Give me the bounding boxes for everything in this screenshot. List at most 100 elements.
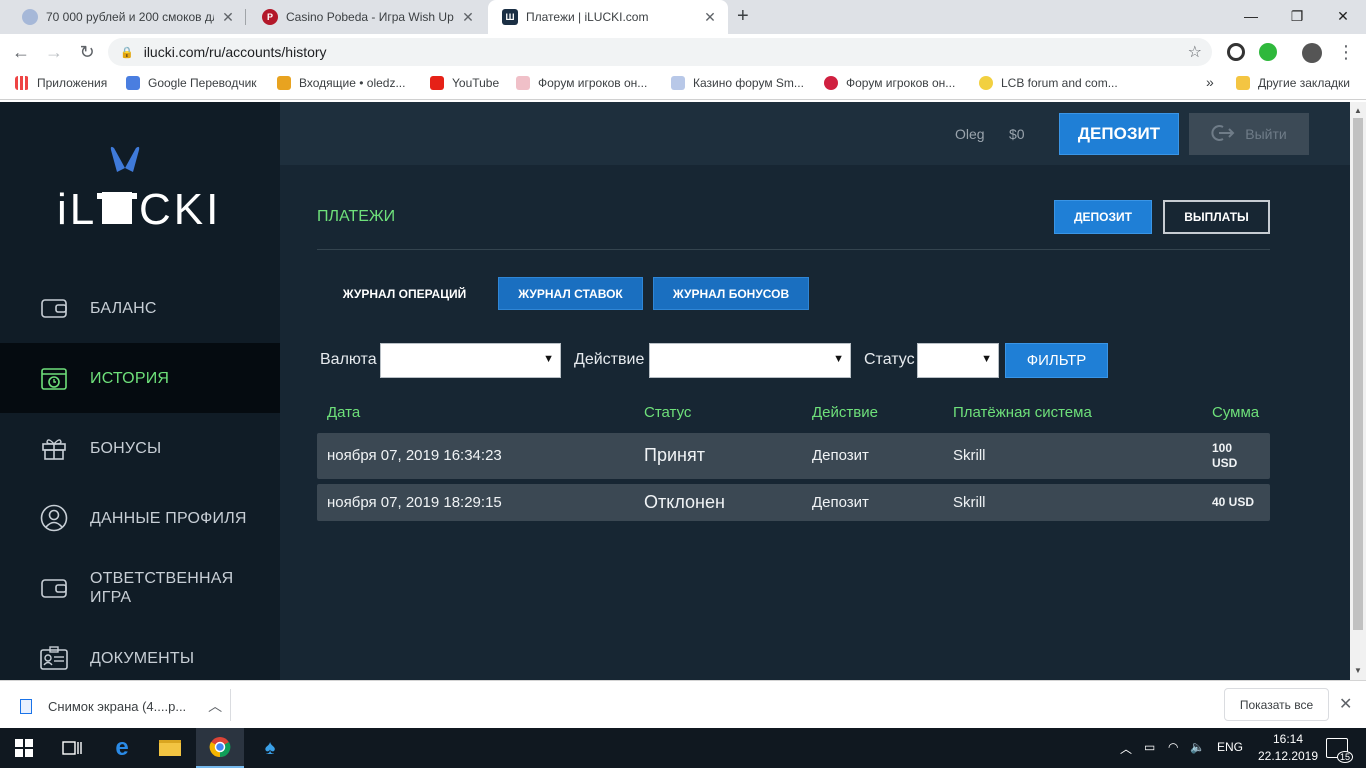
row-status: Отклонен (644, 492, 725, 512)
downloads-bar: Снимок экрана (4....p... ︿ Показать все … (0, 680, 1366, 728)
address-bar[interactable]: 🔒 ilucki.com/ru/accounts/history ☆ (108, 38, 1212, 66)
url-text: ilucki.com/ru/accounts/history (143, 44, 327, 60)
close-window-icon[interactable]: ✕ (1320, 0, 1366, 32)
close-downloads-icon[interactable]: ✕ (1339, 694, 1352, 714)
filter-button[interactable]: ФИЛЬТР (1005, 343, 1108, 378)
header-deposit-button[interactable]: ДЕПОЗИТ (1059, 113, 1179, 155)
download-item[interactable]: Снимок экрана (4....p... ︿ (20, 696, 222, 716)
id-card-icon (40, 644, 68, 672)
bookmark-translate[interactable]: Google Переводчик (126, 76, 257, 90)
browser-tab-1[interactable]: 70 000 рублей и 200 смоков дл ✕ (8, 0, 246, 34)
folder-icon (1236, 76, 1250, 90)
minimize-icon[interactable]: — (1228, 0, 1274, 32)
show-all-button[interactable]: Показать все (1224, 688, 1329, 721)
page-scrollbar[interactable]: ▲ ▼ (1350, 102, 1366, 680)
tab-bets-log[interactable]: ЖУРНАЛ СТАВОК (498, 277, 643, 310)
scroll-up-icon[interactable]: ▲ (1354, 106, 1362, 115)
divider (230, 689, 231, 721)
language-indicator[interactable]: ENG (1217, 740, 1243, 754)
tab-bonuses-log[interactable]: ЖУРНАЛ БОНУСОВ (653, 277, 809, 310)
mail-icon (277, 76, 291, 90)
row-payment-system: Skrill (953, 447, 986, 464)
reload-icon[interactable]: ↻ (75, 40, 99, 64)
lcb-icon (979, 76, 993, 90)
row-status: Принят (644, 445, 705, 465)
chrome-icon[interactable] (196, 728, 244, 768)
row-action: Депозит (812, 447, 869, 464)
casino-forum-icon (671, 76, 685, 90)
browser-tab-2[interactable]: P Casino Pobeda - Игра Wish Upo ✕ (248, 0, 486, 34)
close-tab-icon[interactable]: ✕ (702, 9, 718, 26)
profile-avatar[interactable] (1302, 43, 1322, 63)
table-row: ноября 07, 2019 18:29:15 Отклонен Депози… (317, 484, 1270, 521)
logout-button[interactable]: Выйти (1189, 113, 1309, 155)
calendar-clock-icon (40, 364, 68, 392)
new-tab-icon[interactable]: + (737, 5, 749, 28)
bookmark-forum-1[interactable]: Форум игроков он... (516, 76, 647, 90)
tab-title: Casino Pobeda - Игра Wish Upo (286, 10, 454, 24)
dropdown-arrow-icon: ▼ (833, 353, 844, 365)
nav-documents[interactable]: ДОКУМЕНТЫ (0, 623, 280, 680)
chevron-up-icon[interactable]: ︿ (208, 696, 222, 716)
maximize-icon[interactable]: ❐ (1274, 0, 1320, 32)
wifi-icon[interactable]: ◠ (1168, 740, 1178, 754)
poker-app-icon[interactable]: ♠ (246, 728, 294, 768)
bookmark-forum-2[interactable]: Форум игроков он... (824, 76, 955, 90)
close-tab-icon[interactable]: ✕ (220, 9, 236, 26)
battery-icon[interactable]: ▭ (1144, 740, 1155, 754)
tray-chevron-icon[interactable]: ︿ (1120, 740, 1132, 757)
windows-start-icon[interactable] (0, 728, 48, 768)
bookmark-inbox[interactable]: Входящие • oledz... (277, 76, 405, 90)
bookmark-lcb[interactable]: LCB forum and com... (979, 76, 1118, 90)
bookmark-star-icon[interactable]: ☆ (1188, 42, 1202, 62)
nav-bonuses[interactable]: БОНУСЫ (0, 413, 280, 483)
currency-label: Валюта (320, 351, 377, 368)
taskbar: e ♠ ︿ ▭ ◠ 🔈 ENG 16:14 22.12.2019 15 (0, 728, 1366, 768)
volume-icon[interactable]: 🔈 (1190, 740, 1205, 754)
nav-profile[interactable]: ДАННЫЕ ПРОФИЛЯ (0, 483, 280, 553)
bookmarks-overflow-icon[interactable]: » (1206, 74, 1214, 90)
tab-title: 70 000 рублей и 200 смоков дл (46, 10, 214, 24)
nav-responsible-gaming[interactable]: ОТВЕТСТВЕННАЯ ИГРА (0, 553, 280, 623)
sidebar: iL CKI БАЛАНС ИСТОРИЯ БОНУСЫ ДАННЫЕ ПРОФ… (0, 102, 280, 680)
row-date: ноября 07, 2019 16:34:23 (327, 447, 502, 464)
forum-icon (516, 76, 530, 90)
logout-icon (1211, 124, 1235, 145)
bookmark-youtube[interactable]: YouTube (430, 76, 499, 90)
edge-icon[interactable]: e (98, 728, 146, 768)
menu-icon[interactable]: ⋮ (1334, 40, 1358, 64)
back-icon[interactable]: ← (9, 40, 33, 64)
bookmark-apps[interactable]: Приложения (15, 76, 107, 90)
notifications-icon[interactable]: 15 (1326, 738, 1353, 763)
close-tab-icon[interactable]: ✕ (460, 9, 476, 26)
file-explorer-icon[interactable] (146, 728, 194, 768)
bookmark-casino-forum[interactable]: Казино форум Sm... (671, 76, 804, 90)
nav-history[interactable]: ИСТОРИЯ (0, 343, 280, 413)
column-header-amount: Сумма (1212, 404, 1260, 421)
system-clock[interactable]: 16:14 22.12.2019 (1256, 731, 1320, 765)
extension-green-icon[interactable] (1259, 43, 1277, 61)
tab-operations-log[interactable]: ЖУРНАЛ ОПЕРАЦИЙ (317, 277, 492, 310)
action-select[interactable]: ▼ (649, 343, 851, 378)
row-action: Депозит (812, 494, 869, 511)
table-row: ноября 07, 2019 16:34:23 Принят Депозит … (317, 433, 1270, 479)
row-amount: 100 USD (1212, 441, 1238, 470)
row-date: ноября 07, 2019 18:29:15 (327, 494, 502, 511)
ilucki-logo[interactable]: iL CKI (55, 144, 225, 234)
deposit-button[interactable]: ДЕПОЗИТ (1054, 200, 1152, 234)
row-amount: 40 USD (1212, 495, 1255, 509)
payouts-button[interactable]: ВЫПЛАТЫ (1163, 200, 1270, 234)
forward-icon[interactable]: → (42, 40, 66, 64)
nav-balance[interactable]: БАЛАНС (0, 273, 280, 343)
scrollbar-thumb[interactable] (1353, 118, 1363, 630)
status-select[interactable]: ▼ (917, 343, 999, 378)
action-label: Действие (574, 351, 645, 368)
currency-select[interactable]: ▼ (380, 343, 561, 378)
column-header-action: Действие (812, 404, 878, 421)
browser-tab-3[interactable]: Ш Платежи | iLUCKI.com ✕ (488, 0, 728, 34)
bookmark-other[interactable]: Другие закладки (1236, 76, 1350, 90)
extension-icon[interactable] (1227, 43, 1245, 61)
dropdown-arrow-icon: ▼ (981, 353, 992, 365)
scroll-down-icon[interactable]: ▼ (1354, 666, 1362, 675)
task-view-icon[interactable] (48, 728, 96, 768)
